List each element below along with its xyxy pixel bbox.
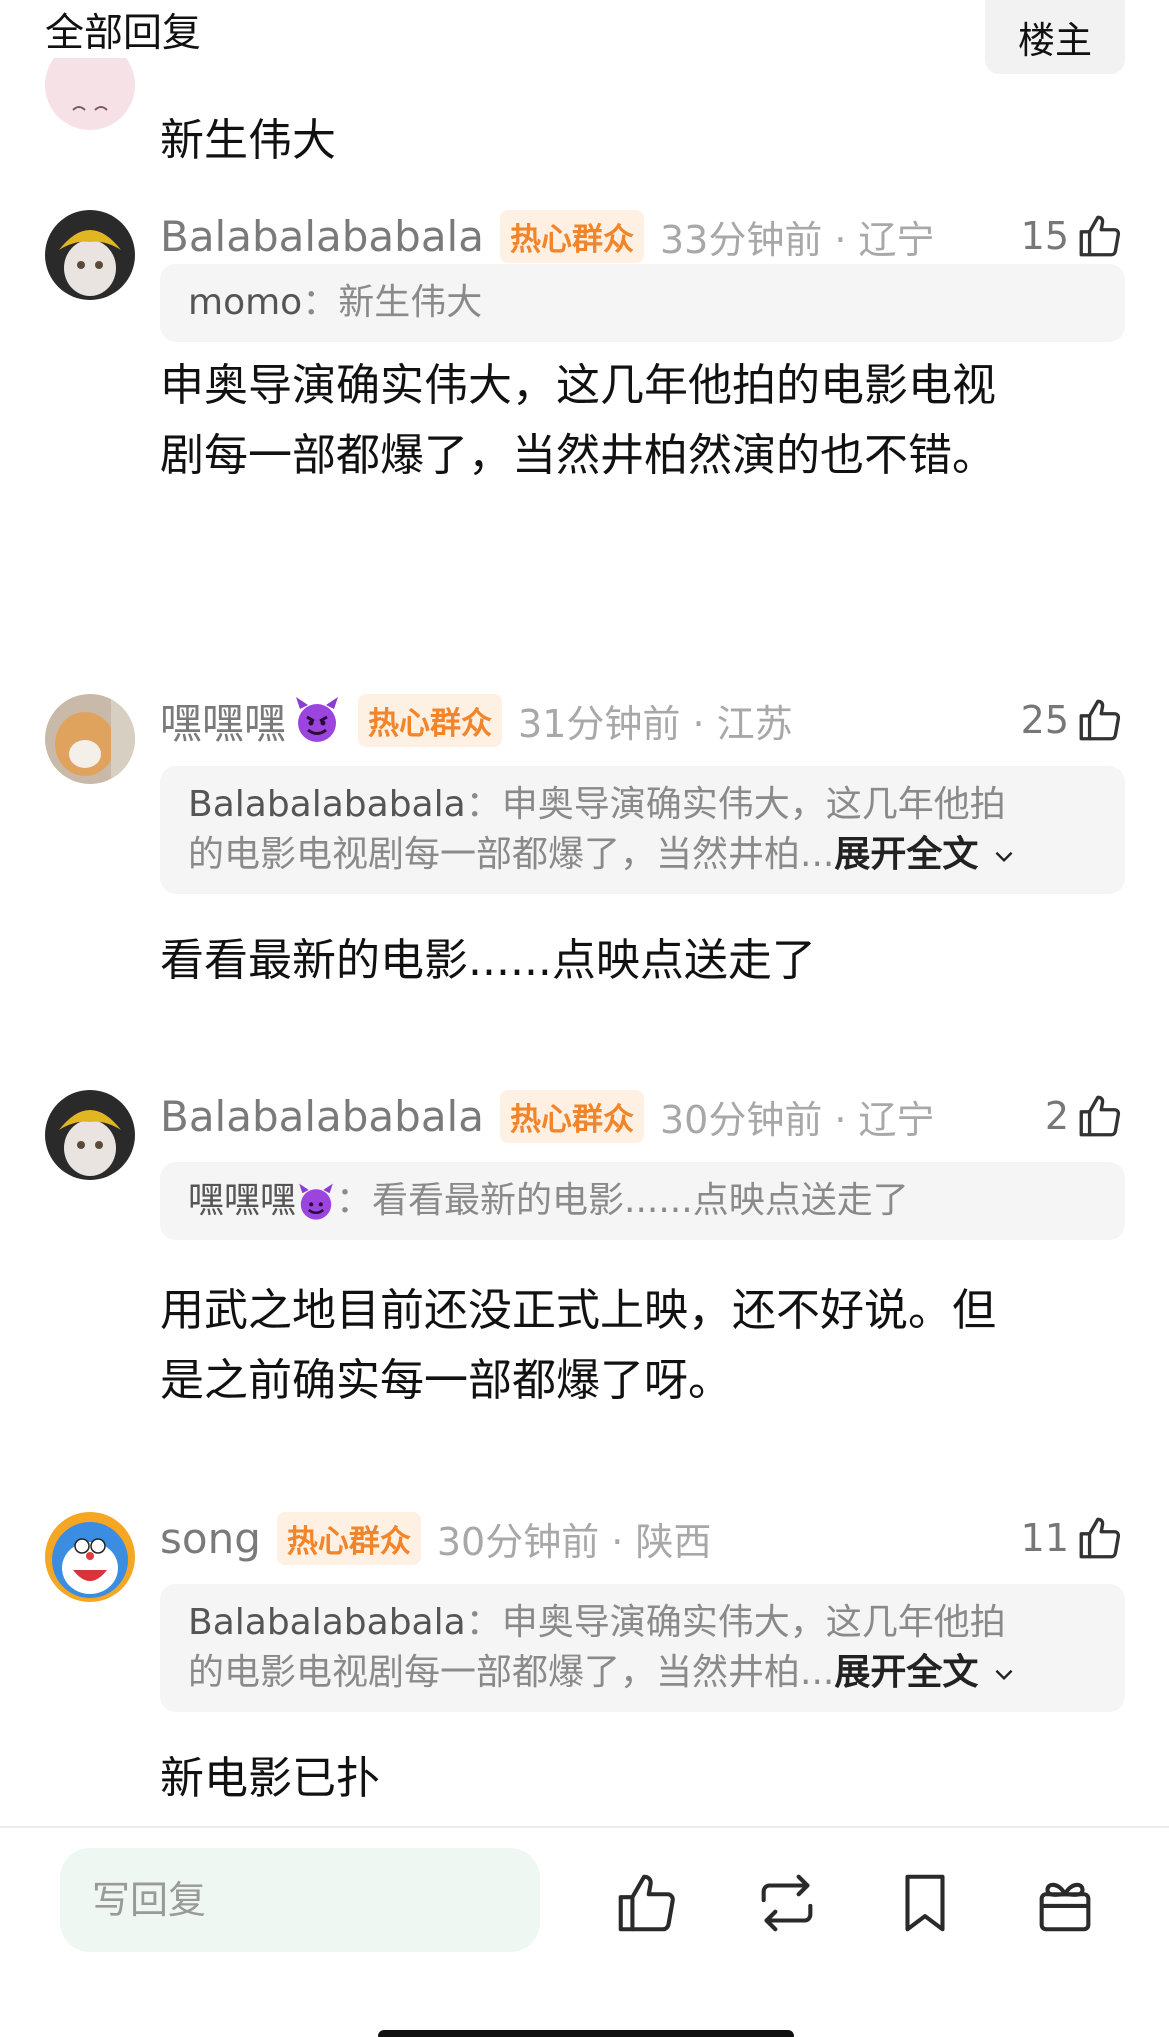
quoted-reply: 嘿嘿嘿 ：看看最新的电影......点映点送走了 xyxy=(160,1162,1125,1240)
comment-line: 是之前确实每一部都爆了呀。 xyxy=(160,1355,732,1406)
like-button[interactable]: 2 xyxy=(1045,1086,1125,1146)
quoted-reply: Balabalababala：申奥导演确实伟大，这几年他拍 的电影电视剧每一部都… xyxy=(160,766,1125,894)
like-icon[interactable] xyxy=(612,1868,682,1938)
header: 全部回复 楼主 xyxy=(0,0,1169,78)
comment-body: 看看最新的电影......点映点送走了 xyxy=(160,935,816,986)
username[interactable]: Balabalababala xyxy=(160,1092,484,1141)
comment-body: 新生伟大 xyxy=(160,115,336,166)
reply-page: 全部回复 楼主 新生伟大 Balabalababala 热心群众 33分钟前 ·… xyxy=(0,0,1169,2037)
comment-line: 申奥导演确实伟大，这几年他拍的电影电视 xyxy=(160,360,996,411)
username[interactable]: 嘿嘿嘿 xyxy=(160,690,286,751)
comment-line: 用武之地目前还没正式上映，还不好说。但 xyxy=(160,1285,996,1336)
timestamp-location: 30分钟前 · 陕西 xyxy=(436,1519,712,1564)
repost-icon[interactable] xyxy=(752,1868,822,1938)
like-count: 2 xyxy=(1044,1094,1069,1138)
comment-meta: Balabalababala 热心群众 33分钟前 · 辽宁 xyxy=(160,206,935,266)
avatar[interactable] xyxy=(45,1512,135,1602)
devil-emoji-icon xyxy=(299,1183,333,1220)
fan-badge: 热心群众 xyxy=(276,1511,421,1565)
like-count: 11 xyxy=(1020,1516,1069,1560)
quote-username[interactable]: Balabalababala xyxy=(188,784,466,825)
quote-text: 申奥导演确实伟大，这几年他拍 xyxy=(501,1602,1006,1643)
chevron-down-icon xyxy=(995,1669,1013,1681)
quote-text: 的电影电视剧每一部都爆了，当然井柏... xyxy=(188,1652,835,1693)
like-count: 25 xyxy=(1020,698,1069,742)
page-title: 全部回复 xyxy=(45,11,202,56)
username[interactable]: Balabalababala xyxy=(160,212,484,261)
thumbs-up-icon xyxy=(1079,215,1121,257)
comment-line: 剧每一部都爆了，当然井柏然演的也不错。 xyxy=(160,430,996,481)
comment-meta: 嘿嘿嘿 热心群众 31分钟前 · 江苏 xyxy=(160,690,793,750)
comment-body: 新电影已扑 xyxy=(160,1753,380,1804)
like-button[interactable]: 11 xyxy=(1021,1508,1125,1568)
like-count: 15 xyxy=(1020,214,1069,258)
op-only-filter-button[interactable]: 楼主 xyxy=(985,0,1125,74)
quote-username[interactable]: momo xyxy=(188,282,302,323)
devil-emoji-icon xyxy=(296,697,339,742)
chevron-down-icon xyxy=(995,851,1013,863)
like-button[interactable]: 25 xyxy=(1021,690,1125,750)
thumbs-up-icon xyxy=(1079,1095,1121,1137)
quote-username[interactable]: 嘿嘿嘿 xyxy=(188,1180,296,1221)
quote-text: 新生伟大 xyxy=(338,282,483,323)
home-indicator xyxy=(378,2030,794,2037)
quote-username[interactable]: Balabalababala xyxy=(188,1602,466,1643)
timestamp-location: 33分钟前 · 辽宁 xyxy=(659,217,935,262)
thumbs-up-icon xyxy=(1079,1517,1121,1559)
quote-text: 看看最新的电影......点映点送走了 xyxy=(372,1180,909,1221)
fan-badge: 热心群众 xyxy=(499,1089,644,1143)
timestamp-location: 31分钟前 · 江苏 xyxy=(518,701,793,746)
like-button[interactable]: 15 xyxy=(1021,206,1125,266)
quote-text: 的电影电视剧每一部都爆了，当然井柏... xyxy=(188,834,835,875)
comment-meta: Balabalababala 热心群众 30分钟前 · 辽宁 xyxy=(160,1086,935,1146)
gift-icon[interactable] xyxy=(1030,1868,1100,1938)
avatar[interactable] xyxy=(45,58,135,130)
quoted-reply: momo：新生伟大 xyxy=(160,264,1125,342)
avatar[interactable] xyxy=(45,1090,135,1180)
comment-body: 申奥导演确实伟大，这几年他拍的电影电视 剧每一部都爆了，当然井柏然演的也不错。 xyxy=(160,351,1100,491)
quoted-reply: Balabalababala：申奥导演确实伟大，这几年他拍 的电影电视剧每一部都… xyxy=(160,1584,1125,1712)
avatar[interactable] xyxy=(45,210,135,300)
quote-text: 申奥导演确实伟大，这几年他拍 xyxy=(501,784,1006,825)
fan-badge: 热心群众 xyxy=(499,209,644,263)
avatar[interactable] xyxy=(45,694,135,784)
reply-input[interactable] xyxy=(60,1848,540,1952)
expand-full-text-button[interactable]: 展开全文 xyxy=(834,834,1017,875)
expand-full-text-button[interactable]: 展开全文 xyxy=(834,1652,1017,1693)
bottom-action-bar xyxy=(0,1826,1169,2037)
thumbs-up-icon xyxy=(1079,699,1121,741)
bookmark-icon[interactable] xyxy=(890,1868,960,1938)
comment-meta: song 热心群众 30分钟前 · 陕西 xyxy=(160,1508,711,1568)
fan-badge: 热心群众 xyxy=(358,693,503,747)
comment-body: 用武之地目前还没正式上映，还不好说。但 是之前确实每一部都爆了呀。 xyxy=(160,1276,1100,1416)
timestamp-location: 30分钟前 · 辽宁 xyxy=(659,1097,935,1142)
username[interactable]: song xyxy=(160,1514,261,1563)
